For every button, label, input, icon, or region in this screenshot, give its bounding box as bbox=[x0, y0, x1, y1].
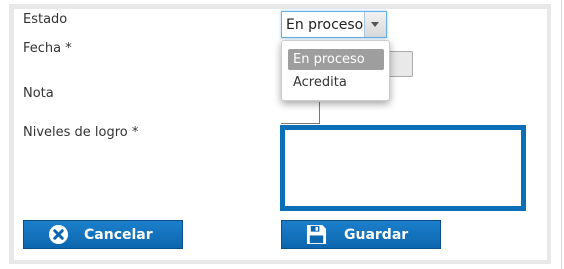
estado-option-en-proceso[interactable]: En proceso bbox=[288, 49, 384, 70]
nota-label: Nota bbox=[23, 86, 54, 101]
nota-input-edge[interactable] bbox=[319, 102, 320, 124]
estado-label: Estado bbox=[23, 12, 68, 27]
cancel-button-label: Cancelar bbox=[84, 227, 153, 243]
chevron-down-icon[interactable] bbox=[364, 12, 386, 37]
niveles-de-logro-textarea[interactable] bbox=[280, 125, 526, 211]
floppy-disk-icon bbox=[306, 224, 327, 245]
cancel-button[interactable]: Cancelar bbox=[23, 220, 183, 249]
nota-input-bottom-edge[interactable] bbox=[281, 123, 320, 124]
page-divider bbox=[561, 0, 562, 269]
niveles-de-logro-label: Niveles de logro * bbox=[23, 125, 139, 140]
fecha-label: Fecha * bbox=[23, 41, 72, 56]
estado-select[interactable]: En proceso bbox=[281, 11, 387, 38]
save-button-label: Guardar bbox=[344, 227, 409, 243]
fecha-date-field[interactable] bbox=[388, 51, 413, 77]
estado-select-value: En proceso bbox=[286, 17, 364, 33]
estado-dropdown-menu: En proceso Acredita bbox=[281, 40, 390, 101]
close-circle-icon bbox=[48, 224, 69, 245]
save-button[interactable]: Guardar bbox=[281, 220, 441, 249]
estado-option-acredita[interactable]: Acredita bbox=[288, 72, 384, 93]
